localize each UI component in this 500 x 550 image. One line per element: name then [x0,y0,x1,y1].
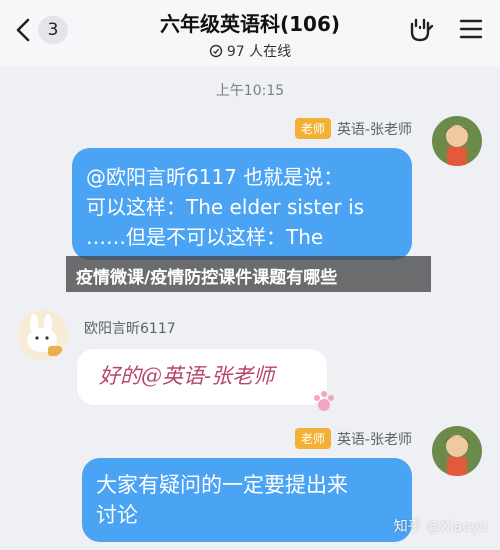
message-bubble[interactable]: @欧阳言昕6117 也就是说： 可以这样：The elder sister is… [72,148,412,260]
message-line: 讨论 [96,503,138,527]
message-line: 可以这样：The elder sister is [86,195,365,219]
teacher-role-badge: 老师 [294,428,331,449]
sender-name: 英语-张老师 [336,431,412,448]
message-line: 大家有疑问的一定要提出来 [96,473,348,497]
online-status: 97 人在线 [0,41,500,61]
teacher-avatar[interactable] [432,426,482,476]
chat-header: 3 六年级英语科(106) 97 人在线 [0,0,500,66]
paw-sticker-icon [314,391,334,411]
zhihu-watermark: 知乎 @Xiaoyu [393,519,488,535]
teacher-role-badge: 老师 [294,118,331,139]
header-actions [406,14,486,44]
rock-hand-icon[interactable] [406,14,436,44]
sender-name: 英语-张老师 [336,121,412,138]
sender-row-teacher-1: 老师 英语-张老师 [294,118,412,139]
teacher-avatar[interactable] [432,116,482,166]
message-line: @欧阳言昕6117 也就是说： [86,165,344,189]
menu-icon[interactable] [456,14,486,44]
message-timestamp: 上午10:15 [215,83,285,99]
online-clock-icon [209,44,223,58]
sender-row-teacher-2: 老师 英语-张老师 [294,428,412,449]
student-avatar[interactable] [18,310,68,360]
message-line: ……但是不可以这样：The [86,225,324,249]
sender-row-student: 欧阳言昕6117 [84,318,176,338]
handwritten-text: 好的@英语-张老师 [99,364,275,388]
sender-name: 欧阳言昕6117 [84,321,176,337]
article-title-banner: 疫情微课/疫情防控课件课题有哪些 [66,256,431,292]
online-count-text: 97 人在线 [226,44,292,60]
message-bubble[interactable]: 大家有疑问的一定要提出来 讨论 [82,458,412,542]
sticker-message[interactable]: 好的@英语-张老师 [76,348,334,411]
